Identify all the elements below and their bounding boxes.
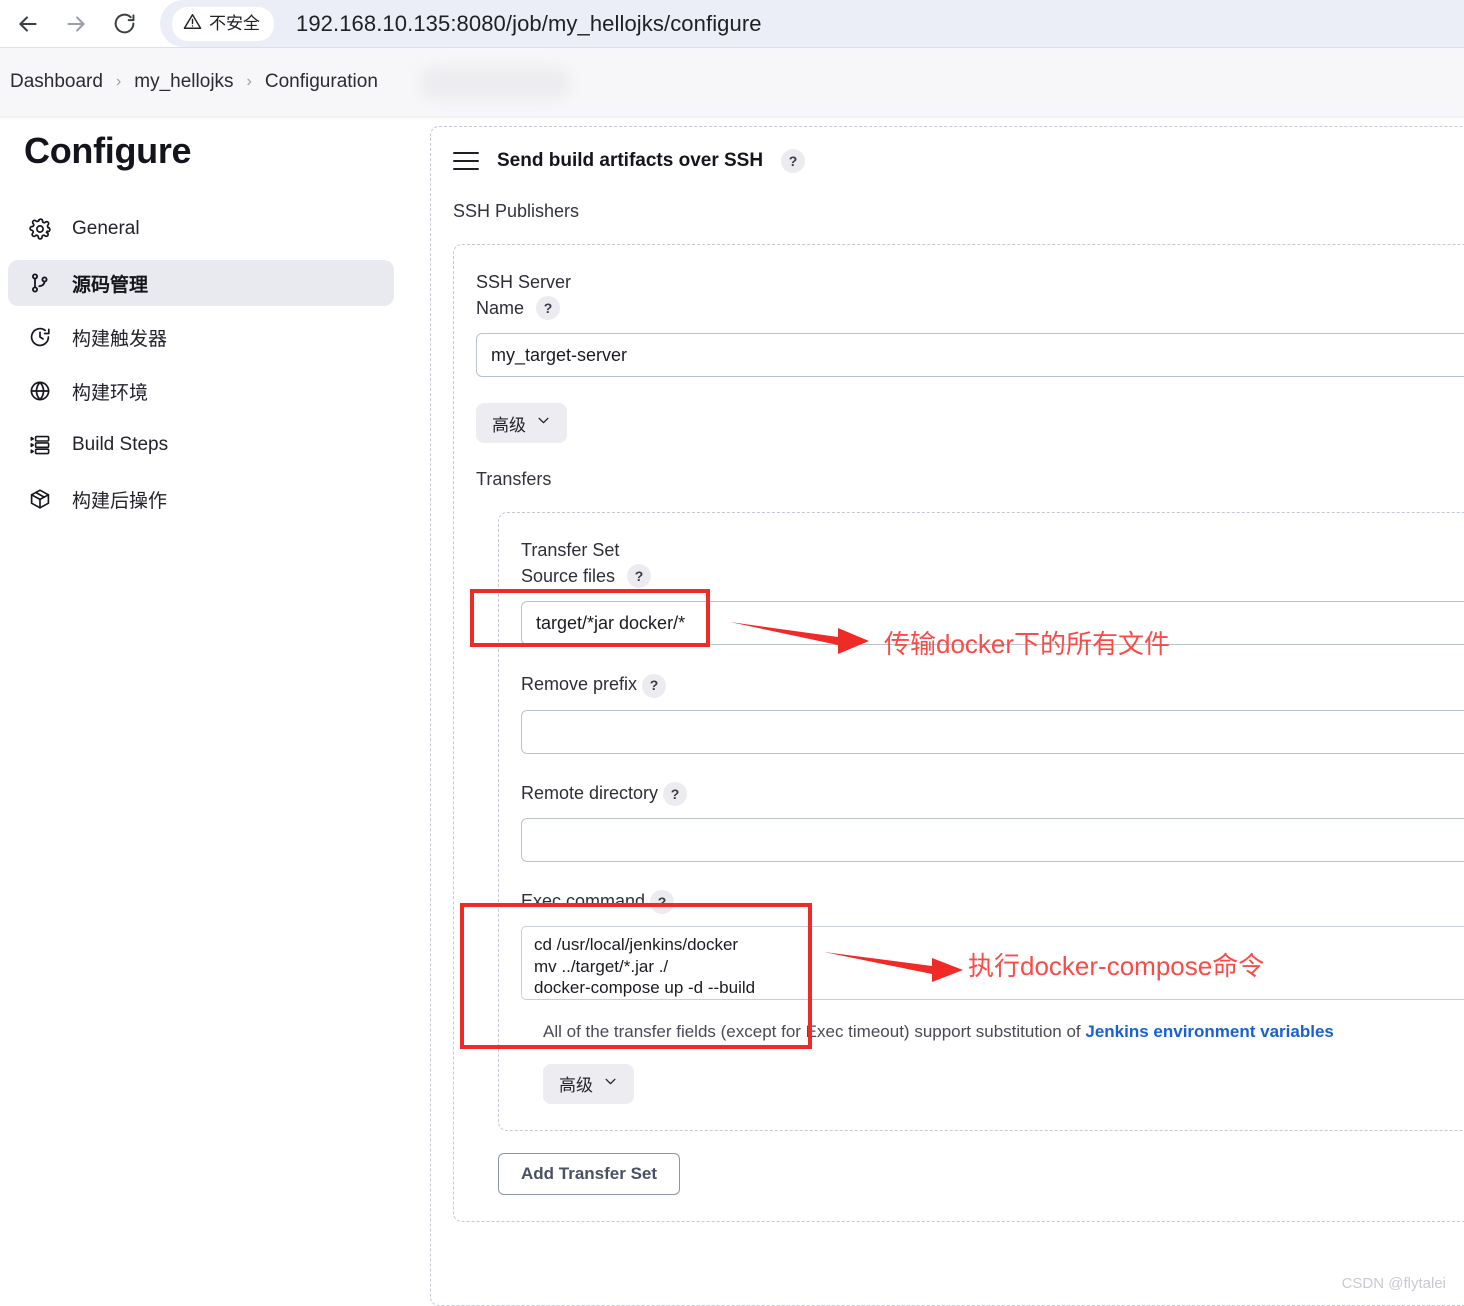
- chevron-down-icon: [536, 413, 551, 433]
- remote-directory-label: Remote directory: [521, 782, 659, 803]
- breadcrumb-divider: [0, 116, 1464, 119]
- sidebar-item-label: 构建触发器: [72, 328, 168, 350]
- transfer-set-label: Transfer Set Source files ?: [521, 537, 1464, 589]
- advanced-label: 高级: [559, 1076, 593, 1096]
- transfer-fields-note: All of the transfer fields (except for E…: [543, 1022, 1464, 1042]
- transfer-set-label-line1: Transfer Set: [521, 540, 620, 561]
- help-icon[interactable]: ?: [663, 781, 688, 806]
- warning-triangle-icon: [183, 12, 202, 36]
- advanced-toggle-server[interactable]: 高级: [476, 403, 567, 444]
- advanced-toggle-transfer[interactable]: 高级: [543, 1063, 634, 1104]
- sidebar-item-general[interactable]: General: [8, 206, 394, 252]
- annotation-arrow-1: [730, 622, 869, 654]
- breadcrumb-item-job[interactable]: my_hellojks: [134, 71, 233, 93]
- page-title: Configure: [24, 130, 192, 171]
- help-icon[interactable]: ?: [627, 564, 652, 589]
- exec-command-label-row: Exec command ?: [521, 888, 1464, 914]
- sidebar-item-post-build-actions[interactable]: 构建后操作: [8, 476, 394, 522]
- chevron-down-icon: [603, 1074, 618, 1094]
- transfer-set-group: Transfer Set Source files ? Remove prefi…: [498, 512, 1464, 1131]
- watermark: CSDN @flytalei: [1341, 1275, 1446, 1292]
- remote-directory-label-row: Remote directory ?: [521, 780, 1464, 806]
- annotation-text-2: 执行docker-compose命令: [968, 951, 1265, 981]
- panel-title: Send build artifacts over SSH: [497, 150, 764, 171]
- redacted-region: [420, 66, 570, 100]
- sidebar-item-label: 源码管理: [72, 274, 149, 296]
- security-status-badge[interactable]: 不安全: [172, 6, 274, 41]
- browser-toolbar: 不安全 192.168.10.135:8080/job/my_hellojks/…: [0, 0, 1464, 47]
- url-text: 192.168.10.135:8080/job/my_hellojks/conf…: [296, 10, 762, 36]
- page-root: 不安全 192.168.10.135:8080/job/my_hellojks/…: [0, 0, 1464, 1306]
- add-transfer-set-button[interactable]: Add Transfer Set: [498, 1152, 681, 1195]
- drag-handle-icon[interactable]: [453, 152, 479, 170]
- ssh-server-group: SSH Server Name ? 高级 Transfers Transfer …: [453, 244, 1464, 1222]
- help-icon[interactable]: ?: [642, 673, 667, 698]
- remote-directory-input[interactable]: [521, 817, 1464, 862]
- annotation-text-1: 传输docker下的所有文件: [884, 629, 1171, 659]
- sidebar-item-source-code-management[interactable]: 源码管理: [8, 260, 394, 306]
- gear-icon: [26, 215, 54, 243]
- remove-prefix-label: Remove prefix: [521, 674, 638, 695]
- breadcrumb-separator: ›: [246, 73, 252, 90]
- package-icon: [26, 485, 54, 513]
- note-text: All of the transfer fields (except for E…: [543, 1021, 1086, 1041]
- source-files-label: Source files: [521, 566, 616, 587]
- git-branch-icon: [26, 269, 54, 297]
- clock-icon: [26, 323, 54, 351]
- jenkins-environment-variables-link[interactable]: Jenkins environment variables: [1085, 1022, 1334, 1041]
- panel-header: Send build artifacts over SSH ?: [431, 127, 1464, 173]
- sidebar-item-label: 构建环境: [72, 382, 149, 404]
- reload-icon[interactable]: [100, 0, 148, 47]
- back-icon[interactable]: [4, 0, 52, 47]
- sidebar-item-label: Build Steps: [72, 434, 169, 455]
- ssh-server-name-label: Name: [476, 298, 525, 319]
- sidebar-item-build-steps[interactable]: Build Steps: [8, 422, 394, 468]
- annotation-arrow-2: [824, 952, 963, 982]
- ssh-server-label: SSH Server Name ?: [476, 269, 1464, 321]
- remove-prefix-input[interactable]: [521, 709, 1464, 754]
- breadcrumb: Dashboard › my_hellojks › Configuration: [0, 48, 1464, 116]
- sidebar-item-label: 构建后操作: [72, 490, 168, 512]
- globe-icon: [26, 377, 54, 405]
- sidebar-item-build-environment[interactable]: 构建环境: [8, 368, 394, 414]
- sidebar-item-label: General: [72, 218, 140, 239]
- breadcrumb-item-dashboard[interactable]: Dashboard: [10, 71, 103, 93]
- transfers-label: Transfers: [476, 469, 552, 490]
- remove-prefix-label-row: Remove prefix ?: [521, 671, 1464, 698]
- breadcrumb-separator: ›: [115, 73, 122, 90]
- sidebar-item-build-triggers[interactable]: 构建触发器: [8, 314, 394, 360]
- help-icon[interactable]: ?: [650, 889, 675, 914]
- exec-command-label: Exec command: [521, 890, 646, 911]
- forward-icon[interactable]: [52, 0, 100, 47]
- breadcrumb-item-configuration[interactable]: Configuration: [265, 71, 378, 93]
- security-status-label: 不安全: [209, 14, 260, 33]
- help-icon[interactable]: ?: [781, 149, 806, 173]
- configure-sidebar: Configure General 源码管理 构建触发器 构建环境 Build …: [0, 130, 410, 530]
- ssh-publisher-panel: Send build artifacts over SSH ? SSH Publ…: [430, 126, 1464, 1306]
- ssh-server-name-input[interactable]: [476, 333, 1464, 378]
- ssh-publishers-label: SSH Publishers: [453, 201, 580, 221]
- address-bar[interactable]: 不安全 192.168.10.135:8080/job/my_hellojks/…: [160, 0, 1464, 47]
- ssh-server-label-line1: SSH Server: [476, 272, 572, 292]
- help-icon[interactable]: ?: [536, 296, 561, 321]
- advanced-label: 高级: [492, 415, 526, 435]
- list-steps-icon: [26, 431, 54, 459]
